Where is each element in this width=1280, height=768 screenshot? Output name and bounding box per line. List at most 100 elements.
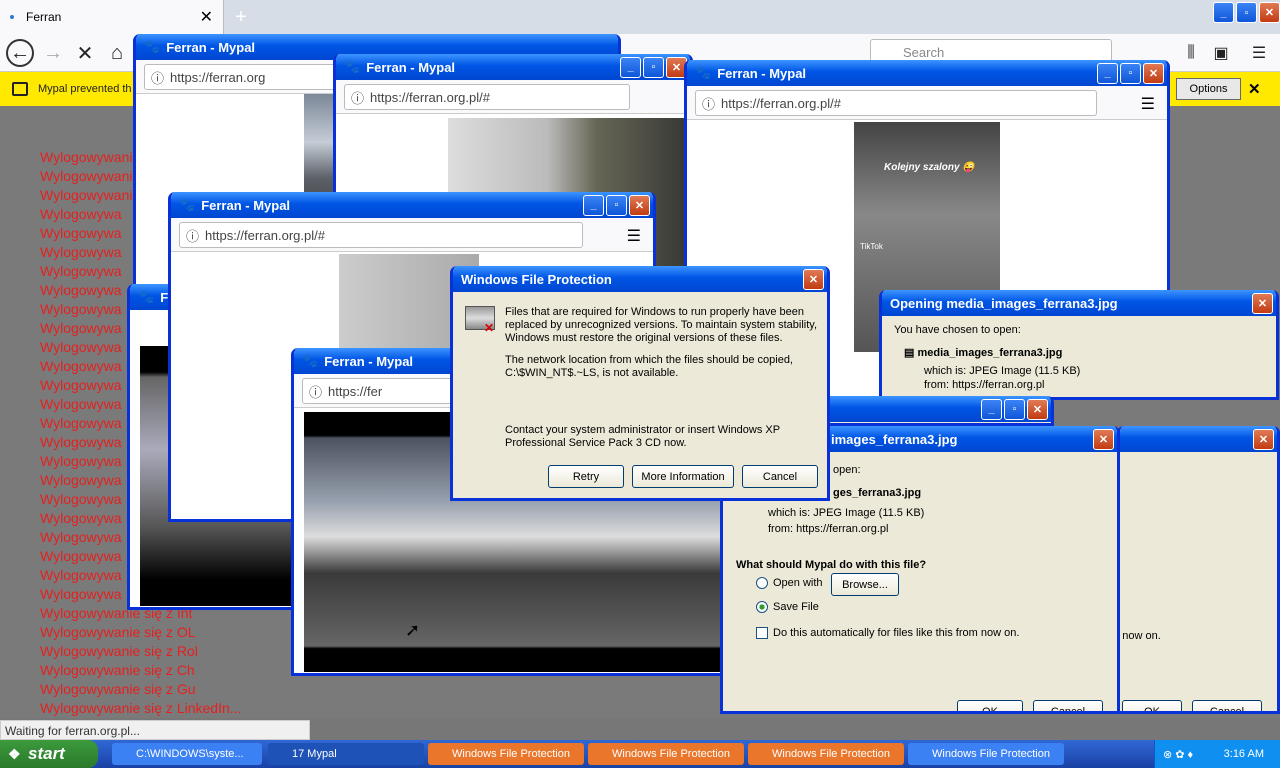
library-icon[interactable]: ⫼ (1178, 40, 1204, 66)
disk-error-icon: ✕ (465, 306, 495, 335)
maximize-button[interactable]: ▫ (1120, 62, 1141, 84)
tray-icons[interactable]: ⊗ ✿ ♦ (1163, 748, 1193, 761)
video-caption: Kolejny szalony 😜 (884, 162, 975, 173)
wfp-message-3: Contact your system administrator or ins… (505, 424, 780, 449)
maximize-button[interactable]: ▫ (606, 194, 627, 216)
close-button[interactable]: ✕ (629, 194, 650, 216)
wfp-dialog: Windows File Protection ✕ ✕ Files that ar… (450, 266, 830, 501)
open-with-label: Open with (773, 577, 823, 589)
stop-icon[interactable]: ✕ (72, 40, 98, 66)
which-label: which is: (768, 507, 811, 519)
file-name: media_images_ferrana3.jpg (917, 347, 1063, 359)
more-information-button[interactable]: More Information (632, 465, 734, 488)
auto-label: Do this automatically for files like thi… (773, 627, 1020, 639)
maximize-button[interactable]: ▫ (1004, 398, 1025, 420)
back-icon[interactable]: ← (6, 39, 34, 67)
close-button[interactable]: ✕ (1253, 428, 1274, 450)
cancel-button[interactable]: Cancel (1033, 700, 1103, 711)
download-dialog: ✕ m now on. OK Cancel (1117, 426, 1280, 714)
url-text: https://ferran.org.pl/# (721, 95, 841, 111)
minimize-button[interactable]: _ (1213, 2, 1234, 23)
mypal-icon: 🐾 (302, 353, 319, 368)
maximize-button[interactable]: ▫ (643, 56, 664, 78)
window-controls: _ ▫ ✕ (1213, 2, 1280, 23)
close-button[interactable]: ✕ (1252, 292, 1273, 314)
save-file-label: Save File (773, 601, 819, 613)
options-button[interactable]: Options (1176, 78, 1241, 100)
start-button[interactable]: ❖ start (0, 740, 98, 768)
retry-button[interactable]: Retry (548, 465, 624, 488)
minimize-button[interactable]: _ (583, 194, 604, 216)
menu-icon[interactable]: ☰ (1246, 40, 1272, 66)
from-url: from: https://ferran.org.pl (924, 379, 1045, 391)
notice-text: Mypal prevented th (38, 83, 132, 95)
tab-label: Ferran (26, 10, 62, 24)
close-button[interactable]: ✕ (1259, 2, 1280, 23)
ok-button[interactable]: OK (957, 700, 1023, 711)
tiktok-watermark: TikTok (860, 242, 883, 251)
forward-icon[interactable]: → (40, 40, 66, 66)
url-field[interactable]: ⓘ https://ferran.org.pl/# (695, 90, 1097, 116)
minimize-button[interactable]: _ (620, 56, 641, 78)
download-dialog: Opening media_images_ferrana3.jpg ✕ You h… (879, 290, 1279, 400)
mypal-icon: 🐾 (138, 289, 155, 304)
ok-button[interactable]: OK (1122, 700, 1182, 711)
save-file-radio[interactable] (756, 601, 768, 613)
menu-icon[interactable]: ☰ (627, 226, 641, 246)
dialog-title: Opening media_images_ferrana3.jpg (890, 295, 1118, 311)
which-label: which is: (924, 365, 967, 377)
window-title: Ferran - Mypal (366, 59, 456, 75)
browse-button[interactable]: Browse... (831, 573, 899, 596)
mypal-window: _ ▫ ✕ (808, 396, 1054, 426)
maximize-button[interactable]: ▫ (1236, 2, 1257, 23)
url-text: https://fer (328, 383, 383, 399)
red-text-line: Wylogowywanie się z Ch (40, 662, 195, 678)
close-button[interactable]: ✕ (1143, 62, 1164, 84)
task-mypal[interactable]: 17 Mypal (268, 743, 424, 765)
close-button[interactable]: ✕ (1093, 428, 1114, 450)
url-field[interactable]: ⓘ https://ferran.org.pl/# (179, 222, 583, 248)
close-icon[interactable]: ✕ (200, 7, 213, 27)
menu-icon[interactable]: ☰ (1141, 94, 1155, 114)
cancel-button[interactable]: Cancel (1192, 700, 1262, 711)
dialog-title: images_ferrana3.jpg (831, 431, 958, 447)
task-wfp[interactable]: Windows File Protection (748, 743, 904, 765)
mypal-icon: 🐾 (695, 65, 712, 80)
sidebar-icon[interactable]: ▣ (1208, 40, 1234, 66)
window-title: Ferran - Mypal (166, 39, 256, 55)
url-text: https://ferran.org.pl/# (205, 227, 325, 243)
url-text: https://ferran.org (170, 69, 266, 85)
task-wfp[interactable]: Windows File Protection (588, 743, 744, 765)
task-cmd[interactable]: C:\WINDOWS\syste... (112, 743, 262, 765)
window-title: Ferran - Mypal (201, 197, 291, 213)
from-url: https://ferran.org.pl (796, 523, 889, 535)
close-icon[interactable]: ✕ (1248, 80, 1261, 98)
chosen-label: You have chosen to open: (894, 324, 1021, 336)
file-icon: ▤ (904, 347, 918, 359)
tab-ferran[interactable]: Ferran ✕ (0, 0, 224, 34)
close-button[interactable]: ✕ (803, 268, 824, 290)
task-wfp[interactable]: Windows File Protection (428, 743, 584, 765)
auto-checkbox[interactable] (756, 627, 768, 639)
cancel-button[interactable]: Cancel (742, 465, 818, 488)
mouse-cursor-icon: ➚ (405, 620, 421, 640)
minimize-button[interactable]: _ (981, 398, 1002, 420)
dialog-title: Windows File Protection (461, 271, 612, 287)
info-icon: ⓘ (186, 228, 200, 244)
home-icon[interactable]: ⌂ (104, 40, 130, 66)
window-title: Ferran - Mypal (717, 65, 807, 81)
close-button[interactable]: ✕ (1027, 398, 1048, 420)
question-text: What should Mypal do with this file? (736, 559, 927, 571)
info-icon: ⓘ (309, 384, 323, 400)
open-with-radio[interactable] (756, 577, 768, 589)
task-wfp[interactable]: Windows File Protection (908, 743, 1064, 765)
url-field[interactable]: ⓘ https://ferran.org.pl/# (344, 84, 630, 110)
file-type: JPEG Image (11.5 KB) (813, 507, 925, 519)
red-text-line: Wylogowywanie się z LinkedIn... (40, 700, 242, 716)
url-text: https://ferran.org.pl/# (370, 89, 490, 105)
notice-icon (12, 82, 28, 96)
minimize-button[interactable]: _ (1097, 62, 1118, 84)
wfp-message-1: Files that are required for Windows to r… (505, 306, 818, 344)
start-label: start (28, 744, 65, 763)
new-tab-icon[interactable]: + (226, 0, 256, 34)
